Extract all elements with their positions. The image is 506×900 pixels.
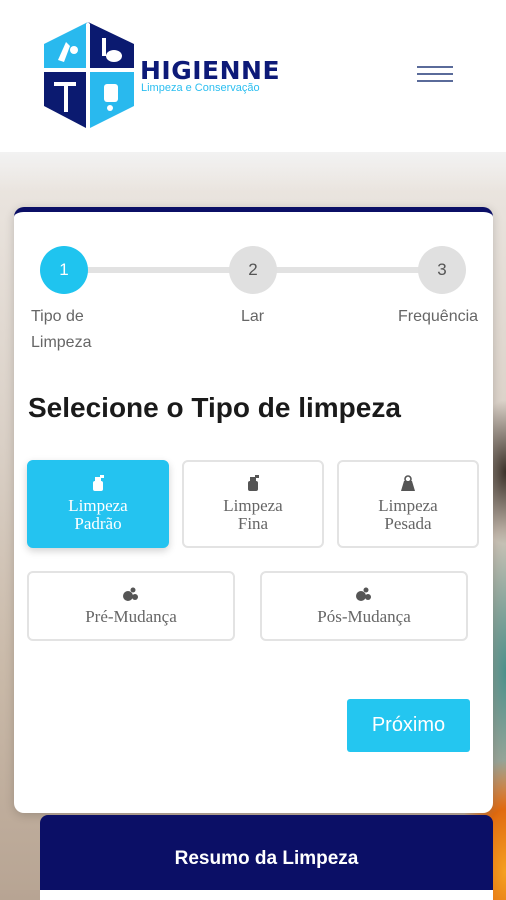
brand-name: HIGIENNE xyxy=(140,56,281,85)
spray-bottle-icon xyxy=(93,475,104,491)
option-label: Limpeza Pesada xyxy=(378,496,438,533)
site-header: HIGIENNE Limpeza e Conservação xyxy=(0,0,506,152)
option-label: Limpeza Fina xyxy=(223,496,283,533)
logo-icon xyxy=(44,22,134,128)
summary-body xyxy=(40,890,493,900)
option-label: Pós-Mudança xyxy=(317,607,411,626)
hamburger-icon[interactable] xyxy=(414,66,456,90)
brand-tagline: Limpeza e Conservação xyxy=(141,82,260,94)
step-1-circle[interactable]: 1 xyxy=(40,246,88,294)
soap-bubbles-icon xyxy=(356,587,371,601)
stepper-track-2 xyxy=(252,267,442,273)
header-shadow xyxy=(0,152,506,192)
brand-logo[interactable]: HIGIENNE Limpeza e Conservação xyxy=(40,20,290,132)
weight-icon xyxy=(401,475,415,491)
option-label: Pré-Mudança xyxy=(85,607,177,626)
summary-panel: Resumo da Limpeza xyxy=(40,815,493,900)
summary-title: Resumo da Limpeza xyxy=(174,848,359,869)
option-limpeza-fina[interactable]: Limpeza Fina xyxy=(182,460,324,548)
option-limpeza-padrao[interactable]: Limpeza Padrão xyxy=(27,460,169,548)
step-2-circle[interactable]: 2 xyxy=(229,246,277,294)
step-3-label: Frequência xyxy=(398,308,479,325)
option-pre-mudanca[interactable]: Pré-Mudança xyxy=(27,571,235,641)
cleaning-wizard-card: 1 2 3 Tipo de Limpeza Lar Frequência Sel… xyxy=(14,207,493,813)
step-2-label: Lar xyxy=(241,308,265,325)
option-pos-mudanca[interactable]: Pós-Mudança xyxy=(260,571,468,641)
spray-bottle-icon xyxy=(248,475,259,491)
step-3-circle[interactable]: 3 xyxy=(418,246,466,294)
page-title: Selecione o Tipo de limpeza xyxy=(28,392,401,423)
stepper-track-1 xyxy=(62,267,252,273)
step-1-label: Tipo de Limpeza xyxy=(31,308,92,351)
option-label: Limpeza Padrão xyxy=(68,496,128,533)
option-limpeza-pesada[interactable]: Limpeza Pesada xyxy=(337,460,479,548)
next-button[interactable]: Próximo xyxy=(347,699,470,752)
soap-bubbles-icon xyxy=(123,587,138,601)
